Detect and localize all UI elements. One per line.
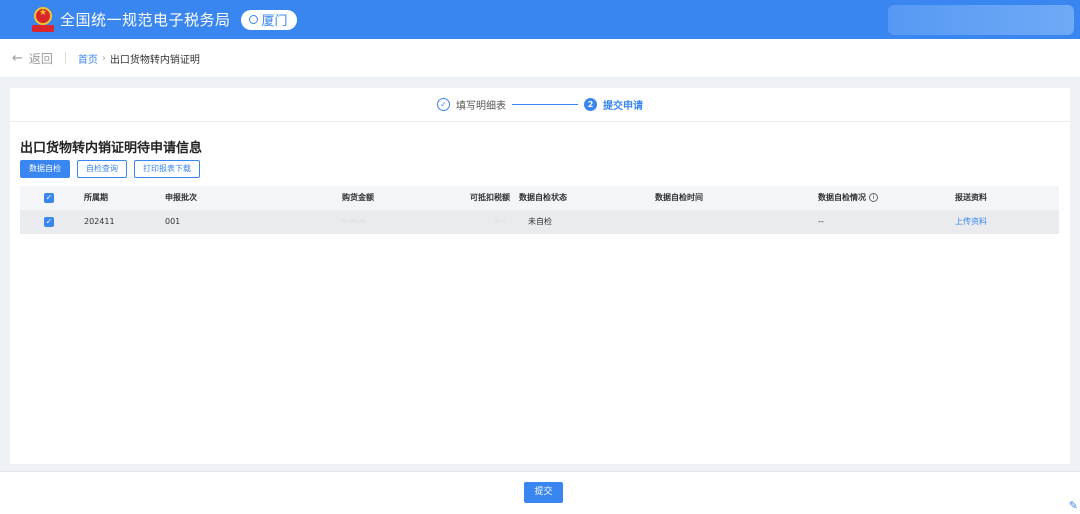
step-2: 2 提交申请 bbox=[584, 97, 643, 112]
cell-check-status: 未自检 bbox=[528, 217, 552, 226]
arrow-left-icon: ← bbox=[12, 50, 23, 66]
cell-deductible-tax-redacted: ·· · bbox=[495, 217, 506, 226]
table-row[interactable]: ✓ 202411 001 ·· ··· ·· ·· · 未自检 -- 上传资料 bbox=[20, 210, 1059, 234]
national-emblem-icon: ★ bbox=[32, 6, 54, 33]
cell-period: 202411 bbox=[84, 217, 115, 226]
row-checkbox[interactable]: ✓ bbox=[44, 217, 54, 227]
col-materials: 报送资料 bbox=[955, 193, 987, 202]
select-all-checkbox[interactable]: ✓ bbox=[44, 193, 54, 203]
cell-check-situation: -- bbox=[818, 217, 824, 226]
city-selector[interactable]: 厦门 bbox=[240, 9, 297, 30]
step-1: ✓ 填写明细表 bbox=[437, 97, 506, 112]
step-indicator: ✓ 填写明细表 2 提交申请 bbox=[10, 88, 1070, 122]
breadcrumb-current: 出口货物转内销证明 bbox=[109, 54, 200, 66]
application-table: ✓ 所属期 申报批次 购货金额 可抵扣税额 数据自检状态 数据自检时间 数据自检… bbox=[20, 186, 1059, 234]
print-download-button[interactable]: 打印报表下载 bbox=[134, 160, 200, 178]
col-check-status: 数据自检状态 bbox=[519, 193, 567, 202]
submit-button[interactable]: 提交 bbox=[524, 482, 563, 503]
step-2-number: 2 bbox=[584, 98, 597, 111]
info-icon[interactable]: i bbox=[869, 193, 878, 202]
col-deductible-tax: 可抵扣税额 bbox=[470, 193, 510, 202]
data-check-button[interactable]: 数据自检 bbox=[20, 160, 70, 178]
header-user-area[interactable] bbox=[888, 5, 1074, 35]
step-2-label: 提交申请 bbox=[603, 101, 643, 112]
cell-purchase-amount-redacted: ·· ··· ·· bbox=[342, 217, 365, 226]
footer-bar: 提交 bbox=[0, 471, 1080, 514]
back-button[interactable]: ← 返回 bbox=[12, 50, 53, 67]
main-panel: ✓ 填写明细表 2 提交申请 出口货物转内销证明待申请信息 数据自检 自检查询 … bbox=[10, 88, 1070, 464]
top-header: ★ 全国统一规范电子税务局 厦门 bbox=[0, 0, 1080, 39]
chevron-right-icon: › bbox=[101, 52, 106, 64]
col-check-situation-label: 数据自检情况 bbox=[818, 193, 866, 202]
divider bbox=[64, 52, 66, 64]
action-buttons: 数据自检 自检查询 打印报表下载 bbox=[20, 160, 200, 178]
check-icon: ✓ bbox=[437, 98, 450, 111]
check-query-button[interactable]: 自检查询 bbox=[77, 160, 127, 178]
table-header: ✓ 所属期 申报批次 购货金额 可抵扣税额 数据自检状态 数据自检时间 数据自检… bbox=[20, 186, 1059, 210]
col-purchase-amount: 购货金额 bbox=[342, 193, 374, 202]
upload-materials-link[interactable]: 上传资料 bbox=[955, 210, 987, 234]
section-title: 出口货物转内销证明待申请信息 bbox=[20, 141, 203, 156]
location-pin-icon bbox=[248, 15, 258, 24]
breadcrumb-home-link[interactable]: 首页 bbox=[78, 51, 98, 66]
cell-batch: 001 bbox=[165, 217, 181, 226]
col-check-situation: 数据自检情况 i bbox=[818, 186, 878, 210]
step-connector bbox=[512, 104, 578, 105]
col-batch: 申报批次 bbox=[165, 193, 197, 202]
city-label: 厦门 bbox=[261, 14, 288, 29]
breadcrumb: ← 返回 首页 › 出口货物转内销证明 bbox=[0, 39, 1080, 77]
col-period: 所属期 bbox=[84, 193, 108, 202]
step-1-label: 填写明细表 bbox=[456, 101, 506, 112]
back-label: 返回 bbox=[28, 51, 53, 66]
col-check-time: 数据自检时间 bbox=[655, 193, 703, 202]
edit-icon[interactable]: ✎ bbox=[1069, 499, 1078, 512]
app-title: 全国统一规范电子税务局 bbox=[60, 11, 231, 29]
